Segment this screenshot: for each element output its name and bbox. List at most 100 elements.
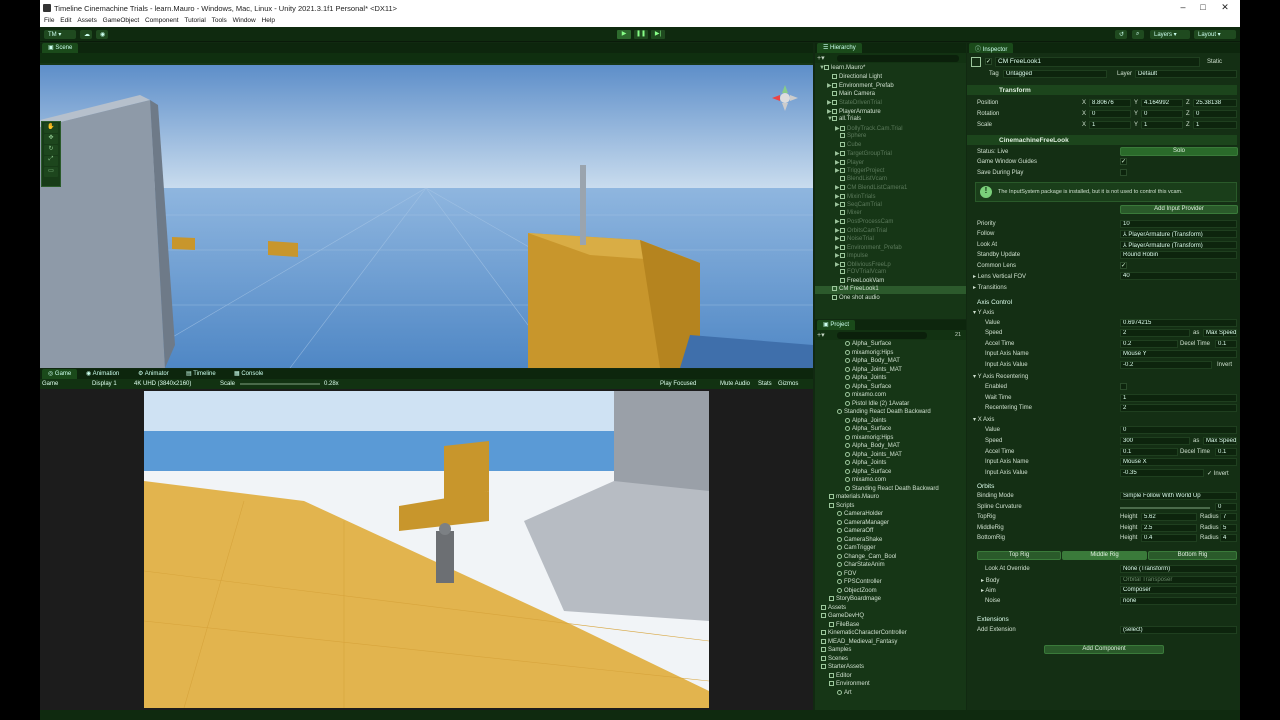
hierarchy-item[interactable]: One shot audio <box>815 294 966 303</box>
menu-file[interactable]: File <box>44 17 54 24</box>
scene-gizmo-icon[interactable] <box>770 83 800 113</box>
position-x[interactable]: 8.80676 <box>1089 99 1131 107</box>
add-input-provider-button[interactable]: Add Input Provider <box>1120 205 1238 214</box>
hierarchy-item[interactable]: ▶ PlayerArmature <box>815 108 966 116</box>
search-icon[interactable]: ⌕ <box>1132 30 1144 39</box>
project-item[interactable]: Pistol Idle (2) 1Avatar <box>815 400 966 409</box>
project-item[interactable]: FOV <box>815 570 966 579</box>
tab-game[interactable]: ◎ Game <box>42 369 78 379</box>
menu-edit[interactable]: Edit <box>60 17 71 24</box>
fov-label[interactable]: ▸ Lens Vertical FOV <box>973 273 1026 280</box>
project-item[interactable]: StoryBoardmage <box>815 596 966 604</box>
cloud-icon[interactable]: ☁ <box>80 30 92 39</box>
midrig-height-field[interactable]: 2.5 <box>1141 524 1197 532</box>
y-input-name-field[interactable]: Mouse Y <box>1120 350 1237 358</box>
tab-bottom-rig[interactable]: Bottom Rig <box>1148 551 1237 560</box>
menu-assets[interactable]: Assets <box>77 17 97 24</box>
menu-tools[interactable]: Tools <box>212 17 227 24</box>
rotation-z[interactable]: 0 <box>1193 110 1237 118</box>
project-item[interactable]: Alpha_Surface <box>815 341 966 349</box>
project-item[interactable]: CamTrigger <box>815 545 966 553</box>
project-item[interactable]: Art <box>815 689 966 698</box>
project-item[interactable]: mixamorig:Hips <box>815 434 966 443</box>
x-speed-field[interactable]: 300 <box>1120 437 1190 445</box>
tab-hierarchy[interactable]: ☰ Hierarchy <box>817 43 862 53</box>
hierarchy-item[interactable]: FOVTrialVcam <box>815 269 966 277</box>
xaxis-foldout[interactable]: ▾ X Axis <box>973 416 994 423</box>
transitions-foldout[interactable]: ▸ Transitions <box>973 284 1007 291</box>
hierarchy-item[interactable]: ▶ Player <box>815 159 966 167</box>
tab-animation[interactable]: ◉ Animation <box>80 369 125 379</box>
binding-mode-dropdown[interactable]: Simple Follow With World Up <box>1120 492 1237 500</box>
project-item[interactable]: Environment <box>815 681 966 689</box>
tab-timeline[interactable]: ▤ Timeline <box>180 369 222 379</box>
save-play-checkbox[interactable] <box>1120 169 1127 176</box>
freelook-header[interactable]: CinemachineFreeLook <box>967 135 1237 145</box>
project-item[interactable]: Assets <box>815 604 966 613</box>
game-viewport[interactable] <box>144 391 709 708</box>
scale-slider[interactable] <box>240 383 320 385</box>
rect-tool-icon[interactable]: ▭ <box>44 167 58 177</box>
hierarchy-item[interactable]: ▶ PostProcessCam <box>815 218 966 226</box>
body-dropdown[interactable]: Orbital Transposer <box>1120 576 1237 584</box>
project-item[interactable]: mixamo.com <box>815 477 966 485</box>
project-item[interactable]: Alpha_Body_MAT <box>815 443 966 451</box>
x-invert-toggle[interactable]: ✓ Invert <box>1207 470 1229 477</box>
midrig-radius-field[interactable]: 5 <box>1220 524 1237 532</box>
y-invert-label[interactable]: Invert <box>1217 362 1232 368</box>
tab-console[interactable]: ▦ Console <box>228 369 269 379</box>
hierarchy-search-input[interactable] <box>837 55 959 62</box>
project-item[interactable]: Editor <box>815 672 966 681</box>
y-speed-field[interactable]: 2 <box>1120 329 1190 337</box>
menu-gameobject[interactable]: GameObject <box>103 17 140 24</box>
rotation-x[interactable]: 0 <box>1089 110 1131 118</box>
layers-dropdown[interactable]: Layers ▾ <box>1150 30 1190 39</box>
project-item[interactable]: materials.Mauro <box>815 494 966 502</box>
project-item[interactable]: StarterAssets <box>815 664 966 672</box>
y-input-value-field[interactable]: -0.2 <box>1120 361 1212 369</box>
body-foldout[interactable]: ▸ Body <box>981 577 999 584</box>
toprig-radius-field[interactable]: 7 <box>1220 513 1237 521</box>
fov-field[interactable]: 40 <box>1120 272 1237 280</box>
menu-window[interactable]: Window <box>233 17 256 24</box>
x-decel-field[interactable]: 0.1 <box>1215 448 1237 456</box>
hierarchy-item[interactable]: ▶ TriggerProject <box>815 167 966 175</box>
y-recentering-foldout[interactable]: ▾ Y Axis Recentering <box>973 373 1028 380</box>
maximize-icon[interactable]: □ <box>1192 2 1214 14</box>
hierarchy-item[interactable]: ▶ NoiseTrial <box>815 235 966 243</box>
add-icon[interactable]: +▾ <box>817 54 825 62</box>
yaxis-foldout[interactable]: ▾ Y Axis <box>973 309 994 316</box>
hierarchy-item[interactable]: CM FreeLook1 <box>815 286 966 294</box>
project-item[interactable]: Alpha_Joints_MAT <box>815 451 966 460</box>
layout-dropdown[interactable]: Layout ▾ <box>1194 30 1236 39</box>
step-button[interactable]: ▶| <box>651 30 665 39</box>
project-item[interactable]: CameraOff <box>815 528 966 536</box>
recentering-time-field[interactable]: 2 <box>1120 404 1237 412</box>
wait-time-field[interactable]: 1 <box>1120 394 1237 402</box>
object-name-field[interactable]: CM FreeLook1 <box>995 57 1200 67</box>
scale-y[interactable]: 1 <box>1141 121 1183 129</box>
hierarchy-item[interactable]: ▶ CM BlendListCamera1 <box>815 184 966 192</box>
project-item[interactable]: Alpha_Surface <box>815 383 966 392</box>
project-item[interactable]: Standing React Death Backward <box>815 485 966 494</box>
solo-button[interactable]: Solo <box>1120 147 1238 156</box>
menu-help[interactable]: Help <box>262 17 275 24</box>
project-item[interactable]: Scripts <box>815 502 966 511</box>
hierarchy-item[interactable]: ▶ OrbitsCamTrial <box>815 227 966 235</box>
guides-checkbox[interactable]: ✓ <box>1120 158 1127 165</box>
common-lens-checkbox[interactable]: ✓ <box>1120 262 1127 269</box>
rotate-tool-icon[interactable]: ↻ <box>44 145 58 155</box>
hierarchy-item[interactable]: ▶ ObliviousFreeLp <box>815 261 966 269</box>
stats-toggle[interactable]: Stats <box>758 381 772 387</box>
history-icon[interactable]: ↺ <box>1115 30 1127 39</box>
project-item[interactable]: Alpha_Joints <box>815 460 966 468</box>
x-accel-field[interactable]: 0.1 <box>1120 448 1178 456</box>
botrig-height-field[interactable]: 0.4 <box>1141 534 1197 542</box>
transform-header[interactable]: Transform <box>967 85 1237 95</box>
toprig-height-field[interactable]: 5.62 <box>1141 513 1197 521</box>
hierarchy-item[interactable]: ▶ TargetGroupTrial <box>815 150 966 158</box>
tab-animator[interactable]: ⚙ Animator <box>132 369 175 379</box>
project-item[interactable]: Alpha_Surface <box>815 426 966 434</box>
y-speed-mode[interactable]: Max Speed <box>1203 329 1237 337</box>
resolution-dropdown[interactable]: 4K UHD (3840x2160) <box>134 381 191 387</box>
